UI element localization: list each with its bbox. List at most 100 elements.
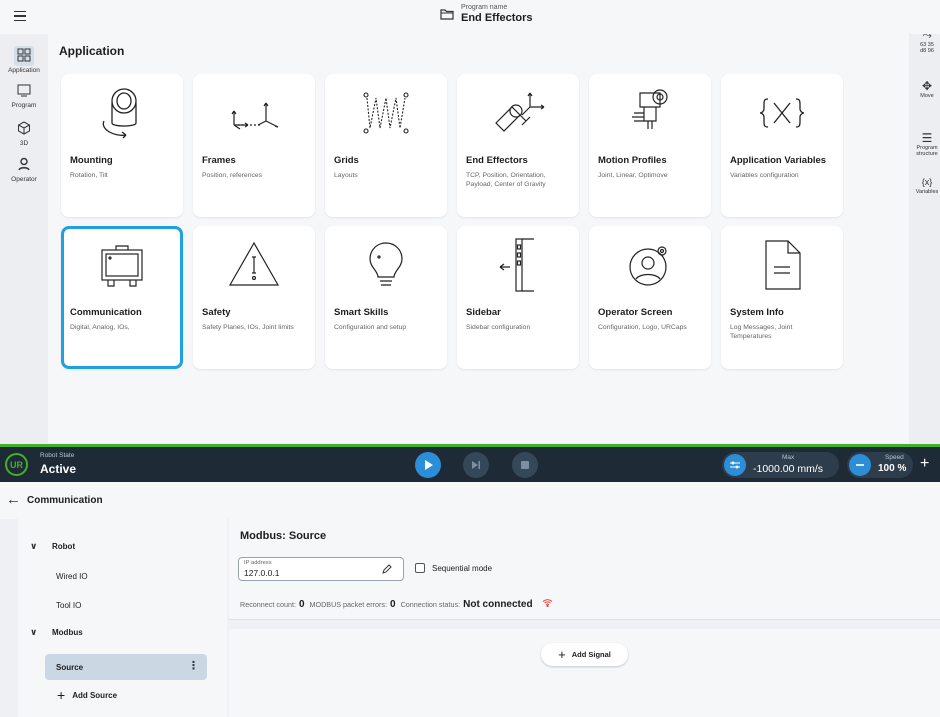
card-subtitle: Joint, Linear, Optimove: [598, 172, 668, 179]
card-mounting[interactable]: Mounting Rotation, Tilt: [61, 74, 183, 217]
tree-item-tool-io[interactable]: Tool IO: [18, 592, 218, 618]
chevron-down-icon: ∨: [30, 626, 38, 637]
robot-state-value: Active: [40, 462, 77, 476]
card-safety[interactable]: Safety Safety Planes, IOs, Joint limits: [193, 226, 315, 369]
tree-item-source[interactable]: Source ⋮: [45, 654, 207, 680]
mounting-icon: [102, 88, 137, 139]
add-signal-label: Add Signal: [571, 650, 611, 659]
right-tool-rail: ⤳ 63 35 d8 96 ✥ Move ☰ Program structure…: [909, 34, 940, 444]
card-title: Smart Skills: [334, 307, 389, 318]
card-title: Grids: [334, 155, 359, 166]
ip-address-field[interactable]: IP address: [238, 557, 404, 581]
card-end-effectors[interactable]: End Effectors TCP, Position, Orientation…: [457, 74, 579, 217]
card-grids[interactable]: Grids Layouts: [325, 74, 447, 217]
sequential-mode-checkbox[interactable]: Sequential mode: [415, 563, 492, 573]
card-subtitle: TCP, Position, Orientation, Payload, Cen…: [466, 172, 546, 188]
add-signal-button[interactable]: + Add Signal: [541, 643, 628, 666]
card-title: Frames: [202, 155, 236, 166]
card-title: Communication: [70, 307, 142, 318]
modbus-source-panel: Modbus: Source IP address Sequential mod…: [229, 519, 940, 620]
chevron-down-icon: ∨: [30, 540, 38, 551]
card-title: Mounting: [70, 155, 113, 166]
menu-icon[interactable]: [6, 3, 34, 29]
play-button[interactable]: [415, 452, 441, 478]
connection-status-value: Not connected: [463, 599, 533, 610]
speed-label: Speed: [885, 454, 904, 461]
card-subtitle: Log Messages, Joint Temperatures: [730, 324, 793, 340]
tree-group-modbus-label: Modbus: [52, 627, 83, 637]
nav-program-label: Program: [11, 102, 37, 109]
max-speed-control[interactable]: Max -1000.00 mm/s: [722, 452, 839, 478]
more-options-icon[interactable]: ⋮: [188, 659, 199, 672]
card-title: System Info: [730, 307, 784, 318]
speed-decrease-button[interactable]: [849, 454, 871, 476]
robot-state-label: Robot State: [40, 452, 75, 459]
stop-icon: [521, 461, 529, 469]
add-source-button[interactable]: + Add Source: [18, 682, 218, 708]
tree-group-modbus[interactable]: ∨ Modbus: [18, 619, 218, 645]
connection-status-line: Reconnect count: 0 MODBUS packet errors:…: [240, 598, 553, 610]
nav-application-label: Application: [8, 67, 40, 74]
card-system-info[interactable]: System Info Log Messages, Joint Temperat…: [721, 226, 843, 369]
motion-profile-icon: [632, 89, 668, 129]
program-structure-sublabel: structure: [916, 151, 938, 157]
card-subtitle: Digital, Analog, IOs,: [70, 324, 130, 331]
tree-item-wired-io[interactable]: Wired IO: [18, 563, 218, 589]
card-smart-skills[interactable]: Smart Skills Configuration and setup: [325, 226, 447, 369]
speed-increase-button[interactable]: +: [920, 453, 929, 475]
card-communication[interactable]: Communication Digital, Analog, IOs,: [61, 226, 183, 369]
card-subtitle: Rotation, Tilt: [70, 172, 108, 179]
max-label: Max: [782, 454, 795, 461]
back-arrow-icon[interactable]: ←: [6, 491, 21, 508]
move-label: Move: [920, 93, 934, 99]
program-structure-tool[interactable]: ☰ Program structure: [909, 131, 940, 157]
tree-group-robot-label: Robot: [52, 541, 76, 551]
end-effector-icon: [495, 92, 545, 132]
move-icon: ✥: [921, 79, 933, 93]
ip-address-label: IP address: [244, 560, 272, 566]
ip-address-input[interactable]: [244, 568, 364, 578]
program-name[interactable]: Program name End Effectors: [439, 3, 533, 25]
tree-group-robot[interactable]: ∨ Robot: [18, 533, 218, 559]
speed-value: 100 %: [878, 463, 907, 474]
warning-icon: [228, 241, 280, 286]
card-sidebar[interactable]: Sidebar Sidebar configuration: [457, 226, 579, 369]
sequential-mode-label: Sequential mode: [432, 563, 493, 573]
speed-control[interactable]: Speed 100 %: [847, 452, 913, 478]
frames-icon: [231, 102, 279, 130]
card-application-variables[interactable]: Application Variables Variables configur…: [721, 74, 843, 217]
sliders-icon: [724, 454, 746, 476]
card-subtitle: Sidebar configuration: [466, 324, 531, 331]
card-frames[interactable]: Frames Position, references: [193, 74, 315, 217]
card-operator-screen[interactable]: Operator Screen Configuration, Logo, URC…: [589, 226, 711, 369]
card-title: Sidebar: [466, 307, 501, 318]
max-value: -1000.00 mm/s: [753, 463, 824, 475]
card-subtitle: Configuration and setup: [334, 324, 407, 331]
nav-operator[interactable]: Operator: [0, 155, 48, 183]
connection-status-label: Connection status:: [400, 600, 461, 609]
sidebar-icon: [499, 238, 534, 292]
nav-3d[interactable]: 3D: [0, 119, 48, 147]
packet-errors-label: MODBUS packet errors:: [309, 600, 387, 609]
checkbox-unchecked-icon[interactable]: [415, 563, 425, 573]
nav-program[interactable]: Program: [0, 81, 48, 109]
plus-icon: +: [57, 687, 66, 703]
nav-3d-label: 3D: [19, 140, 29, 147]
nav-application[interactable]: Application: [0, 46, 48, 74]
card-title: Motion Profiles: [598, 155, 667, 166]
variables-tool[interactable]: {x} Variables: [909, 175, 940, 195]
edit-pencil-icon[interactable]: [381, 563, 393, 575]
play-icon: [425, 460, 433, 470]
variables-icon: [759, 98, 805, 128]
move-tool[interactable]: ✥ Move: [909, 79, 940, 99]
list-icon: ☰: [921, 131, 933, 145]
tree-item-wired-io-label: Wired IO: [56, 571, 88, 581]
step-button[interactable]: [463, 452, 489, 478]
card-motion-profiles[interactable]: Motion Profiles Joint, Linear, Optimove: [589, 74, 711, 217]
grid-icon: [17, 48, 31, 62]
connection-status[interactable]: ⤳ 63 35 d8 96: [909, 34, 940, 54]
plus-icon: +: [558, 647, 566, 662]
card-title: End Effectors: [466, 155, 528, 166]
card-subtitle: Position, references: [202, 172, 263, 179]
stop-button[interactable]: [512, 452, 538, 478]
